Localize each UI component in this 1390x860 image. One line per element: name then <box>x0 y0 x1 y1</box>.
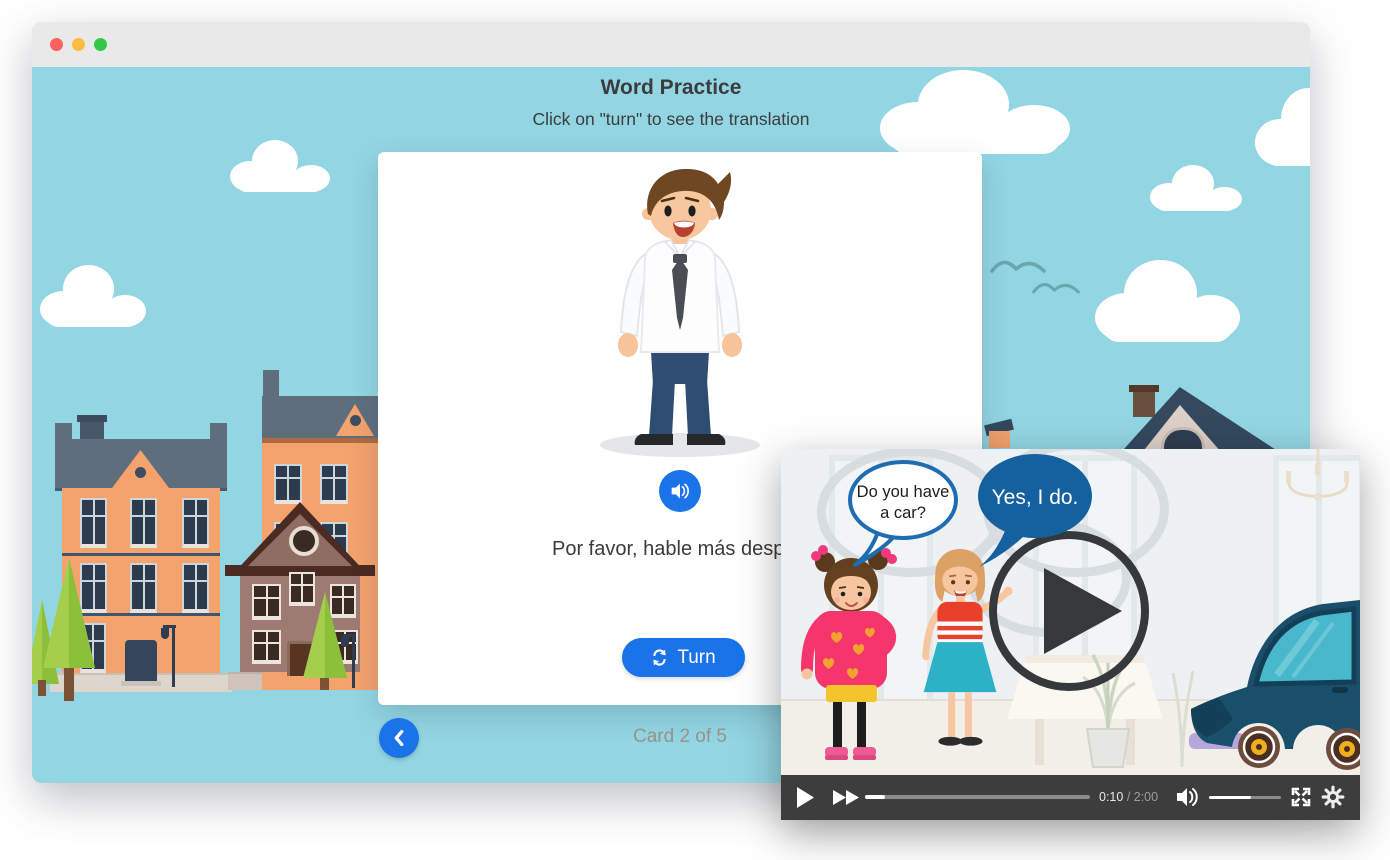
speaker-icon <box>1177 788 1187 806</box>
street-lamp-head <box>161 628 169 639</box>
birds-icon <box>1032 276 1080 294</box>
window <box>320 464 348 504</box>
page-title: Word Practice <box>32 76 1310 100</box>
round-window <box>350 415 361 426</box>
page-subtitle: Click on "turn" to see the translation <box>32 109 1310 130</box>
street-lamp <box>172 627 175 687</box>
window <box>182 498 209 548</box>
window <box>80 498 107 548</box>
birds-icon <box>990 253 1046 273</box>
bubble-answer-text: Yes, I do. <box>992 486 1079 509</box>
girl-pink-sweater-illustration <box>795 545 907 763</box>
turn-button-label: Turn <box>677 647 715 669</box>
minimize-window-button[interactable] <box>72 38 85 51</box>
volume-fill <box>1209 796 1251 799</box>
cloud <box>1150 165 1242 211</box>
expand-arrows-icon <box>1293 789 1309 805</box>
volume-button[interactable] <box>1175 786 1201 808</box>
window <box>80 563 107 613</box>
settings-button[interactable] <box>1321 785 1345 809</box>
time-display: 0:10 / 2:00 <box>1099 790 1158 804</box>
screenshot-canvas: Word Practice Click on "turn" to see the… <box>0 0 1390 860</box>
cloud <box>1095 260 1240 342</box>
speech-bubble-answer: Yes, I do. <box>969 451 1105 573</box>
window-titlebar <box>32 22 1310 68</box>
speech-bubble-question: Do you have a car? <box>841 457 969 571</box>
bubble-question-line1: Do you have <box>857 483 950 501</box>
cartoon-man-illustration <box>585 162 775 458</box>
right-house <box>1115 385 1310 449</box>
chandelier-illustration <box>1279 449 1357 535</box>
car-illustration <box>1189 587 1360 769</box>
window <box>252 584 281 620</box>
zoom-window-button[interactable] <box>94 38 107 51</box>
video-player-overlay: Do you have a car? Yes, I do. 0:10 / 2:0… <box>781 449 1360 820</box>
play-icon <box>1044 568 1122 654</box>
street-lamp <box>352 636 355 688</box>
video-scene[interactable]: Do you have a car? Yes, I do. <box>781 449 1360 775</box>
volume-slider[interactable] <box>1209 796 1281 799</box>
fast-forward-button[interactable] <box>833 790 861 805</box>
window <box>130 563 157 613</box>
round-window <box>135 467 146 478</box>
window <box>182 563 209 613</box>
flashcard-sentence: Por favor, hable más despa <box>552 538 795 561</box>
refresh-icon <box>651 649 668 666</box>
window <box>252 630 281 664</box>
time-current: 0:10 <box>1099 790 1123 804</box>
audio-button[interactable] <box>659 470 701 512</box>
tree-trunk <box>64 665 74 701</box>
gear-icon <box>1323 787 1343 807</box>
floor-divider <box>62 553 220 556</box>
door-step <box>121 681 161 686</box>
progress-fill <box>865 795 885 799</box>
building-sliver <box>989 431 1010 448</box>
cloud <box>40 265 146 327</box>
chimney-cap <box>77 415 107 422</box>
building-trim <box>262 438 380 443</box>
bubble-question-line2: a car? <box>880 504 926 522</box>
window <box>130 498 157 548</box>
fullscreen-button[interactable] <box>1289 785 1313 809</box>
floor-divider <box>62 613 220 616</box>
street-lamp-head <box>341 637 349 647</box>
tree-trunk <box>38 680 46 696</box>
fast-forward-icon <box>833 790 846 805</box>
time-duration: / 2:00 <box>1123 790 1158 804</box>
round-window <box>289 526 319 556</box>
fast-forward-icon <box>846 790 859 805</box>
play-button[interactable] <box>797 787 814 808</box>
close-window-button[interactable] <box>50 38 63 51</box>
window <box>274 464 302 504</box>
window <box>289 572 315 606</box>
speaker-icon <box>670 481 690 501</box>
turn-button[interactable]: Turn <box>622 638 745 677</box>
window <box>330 584 356 618</box>
door <box>125 640 157 685</box>
chimney-cap <box>1129 385 1159 392</box>
cloud <box>230 140 330 192</box>
progress-bar[interactable] <box>865 795 1090 799</box>
video-control-bar: 0:10 / 2:00 <box>781 775 1360 820</box>
